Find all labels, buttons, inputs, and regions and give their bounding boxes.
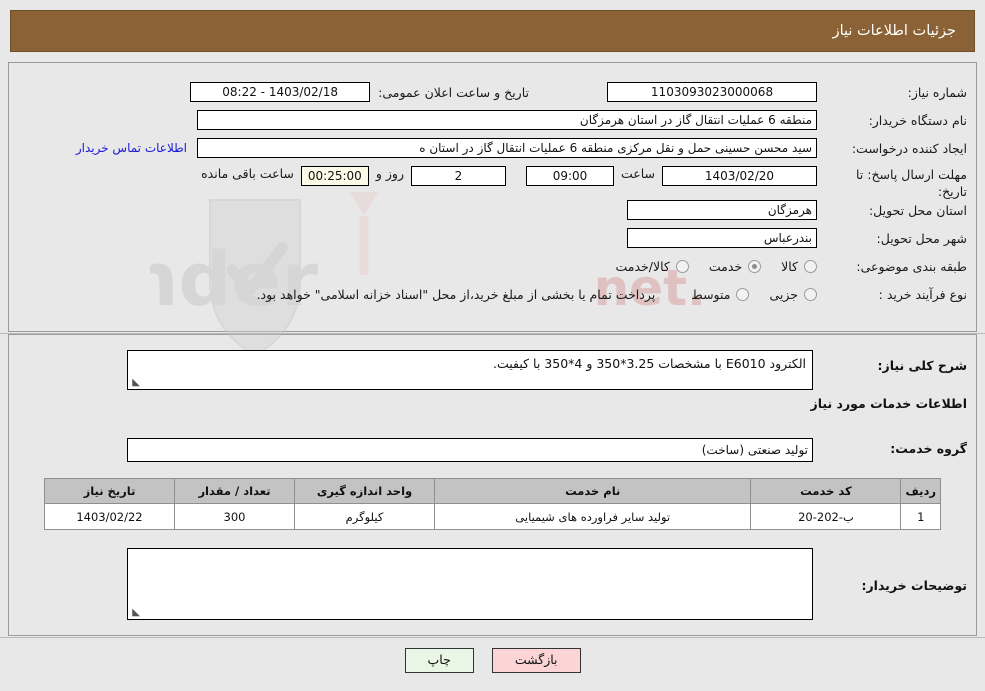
print-button[interactable]: چاپ (404, 648, 474, 673)
process-radio-motavaset[interactable] (736, 288, 750, 301)
process-radio-jozii[interactable] (804, 288, 817, 301)
row-requester: ایجاد کننده درخواست: سید محسن حسینی حمل … (76, 138, 967, 158)
process-option-jozii[interactable]: جزیی (769, 287, 817, 302)
col-name: نام خدمت (433, 478, 752, 504)
remaining-clock-value: 00:25:00 (300, 166, 369, 186)
page-header: جزئیات اطلاعات نیاز (10, 10, 975, 52)
back-button[interactable]: بازگشت (491, 648, 581, 673)
need-description-label: شرح کلی نیاز: (877, 358, 967, 373)
col-code: کد خدمت (750, 478, 902, 504)
action-buttons: بازگشت چاپ (0, 648, 985, 673)
deadline-label: مهلت ارسال پاسخ: تا تاریخ: (817, 166, 967, 200)
buyer-notes-label: توضیحات خریدار: (861, 578, 967, 593)
announce-datetime-value: 1403/02/18 - 08:22 (190, 82, 371, 102)
resize-handle-icon-notes[interactable]: ◣ (130, 608, 140, 618)
resize-handle-icon[interactable]: ◣ (130, 378, 140, 388)
deadline-time-value: 09:00 (525, 166, 614, 186)
need-number-label: شماره نیاز: (907, 84, 967, 100)
payment-note: پرداخت تمام یا بخشی از مبلغ خرید،از محل … (256, 287, 656, 302)
cell-date: 1403/02/22 (44, 503, 175, 530)
row-service-group: تولید صنعتی (ساخت) (127, 438, 813, 462)
remaining-days-value: 2 (410, 166, 506, 186)
city-label: شهر محل تحویل: (876, 230, 967, 246)
process-label-jozii: جزیی (769, 287, 798, 302)
service-group-label: گروه خدمت: (890, 441, 967, 456)
category-option-kala[interactable]: کالا (781, 259, 817, 274)
panel-divider (0, 333, 985, 334)
row-city: شهر محل تحویل: بندرعباس (627, 228, 967, 248)
deadline-label-line2: تاریخ: (937, 184, 967, 199)
col-quantity: تعداد / مقدار (174, 478, 295, 504)
table-header-row: ردیف کد خدمت نام خدمت واحد اندازه گیری ت… (44, 478, 941, 504)
table-row[interactable]: 1 ب-202-20 تولید سایر فراورده های شیمیای… (44, 503, 941, 530)
service-group-value: تولید صنعتی (ساخت) (127, 438, 813, 462)
buyer-notes-box[interactable]: ◣ (127, 548, 813, 620)
row-announce-datetime: تاریخ و ساعت اعلان عمومی: 1403/02/18 - 0… (190, 82, 529, 102)
category-radio-kala[interactable] (804, 260, 817, 273)
province-label: استان محل تحویل: (868, 202, 967, 218)
need-number-value: 1103093023000068 (607, 82, 817, 102)
row-process: نوع فرآیند خرید : جزیی متوسط پرداخت تمام… (257, 287, 967, 302)
col-index: ردیف (900, 478, 941, 504)
requester-label: ایجاد کننده درخواست: (851, 140, 967, 156)
services-heading: اطلاعات خدمات مورد نیاز (810, 396, 968, 411)
deadline-label-line1: مهلت ارسال پاسخ: تا (856, 167, 967, 182)
category-label: طبقه بندی موضوعی: (856, 259, 967, 274)
services-table: ردیف کد خدمت نام خدمت واحد اندازه گیری ت… (44, 478, 941, 530)
row-need-number: شماره نیاز: 1103093023000068 (607, 82, 967, 102)
row-deadline: مهلت ارسال پاسخ: تا تاریخ: 1403/02/20 ساع… (201, 166, 967, 200)
announce-datetime-label: تاریخ و ساعت اعلان عمومی: (378, 84, 529, 100)
col-date: تاریخ نیاز (44, 478, 175, 504)
deadline-hour-label: ساعت (620, 166, 655, 181)
process-option-motavaset[interactable]: متوسط (691, 287, 750, 302)
category-radio-kala-khedmat[interactable] (675, 260, 689, 273)
buyer-notes-value (128, 549, 812, 553)
bottom-divider (0, 637, 985, 638)
buyer-contact-link[interactable]: اطلاعات تماس خریدار (76, 141, 187, 155)
buyer-org-value: منطقه 6 عملیات انتقال گاز در استان هرمزگ… (197, 110, 817, 130)
cell-code: ب-202-20 (750, 503, 902, 530)
row-province: استان محل تحویل: هرمزگان (627, 200, 967, 220)
row-category: طبقه بندی موضوعی: کالا خدمت کالا/خدمت (595, 259, 967, 274)
remaining-days-label: روز و (375, 166, 404, 181)
remaining-suffix-label: ساعت باقی مانده (201, 166, 294, 181)
page-title: جزئیات اطلاعات نیاز (832, 23, 956, 39)
cell-name: تولید سایر فراورده های شیمیایی (433, 503, 752, 530)
requester-value: سید محسن حسینی حمل و نقل مرکزی منطقه 6 ع… (197, 138, 817, 158)
page-root: جزئیات اطلاعات نیاز AnaTender .net شماره… (0, 0, 985, 691)
category-option-khedmat[interactable]: خدمت (708, 259, 762, 274)
cell-unit: کیلوگرم (294, 503, 435, 530)
cell-quantity: 300 (174, 503, 295, 530)
deadline-date-value: 1403/02/20 (662, 166, 817, 186)
process-label-motavaset: متوسط (691, 287, 731, 302)
need-description-value: الکترود E6010 با مشخصات 3.25*350 و 4*350… (492, 356, 806, 371)
category-option-kala-khedmat[interactable]: کالا/خدمت (615, 259, 689, 274)
category-radio-khedmat[interactable] (748, 260, 762, 273)
category-label-kala-khedmat: کالا/خدمت (615, 259, 670, 274)
buyer-org-label: نام دستگاه خریدار: (868, 112, 967, 128)
row-buyer-org: نام دستگاه خریدار: منطقه 6 عملیات انتقال… (197, 110, 967, 130)
need-description-box[interactable]: الکترود E6010 با مشخصات 3.25*350 و 4*350… (127, 350, 813, 390)
process-label: نوع فرآیند خرید : (878, 287, 967, 302)
cell-index: 1 (900, 503, 941, 530)
city-value: بندرعباس (627, 228, 817, 248)
top-strip (0, 0, 985, 10)
category-label-khedmat: خدمت (708, 259, 743, 274)
province-value: هرمزگان (627, 200, 817, 220)
col-unit: واحد اندازه گیری (294, 478, 435, 504)
category-label-kala: کالا (781, 259, 798, 274)
